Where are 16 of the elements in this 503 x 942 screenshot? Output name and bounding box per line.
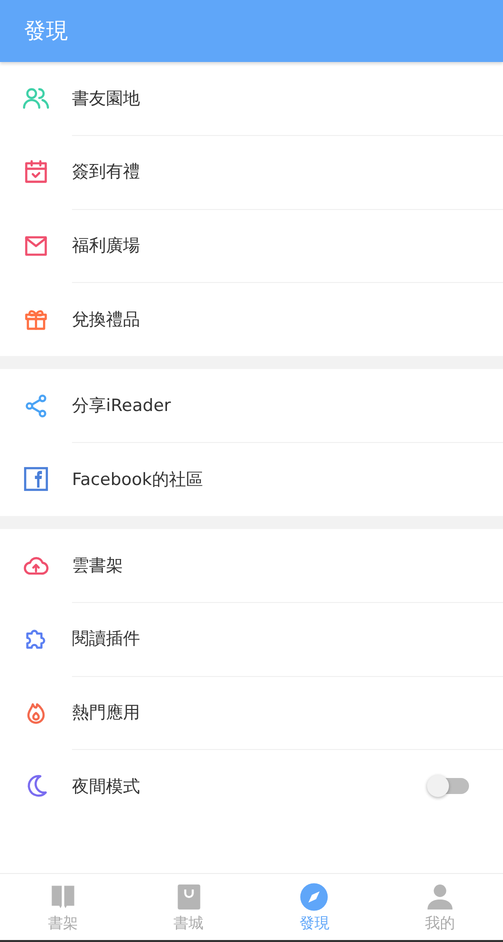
- menu-item[interactable]: 雲書架: [72, 554, 469, 577]
- menu-item[interactable]: 分享iReader: [72, 394, 469, 417]
- page-title: 發現: [24, 18, 68, 46]
- menu-item[interactable]: 閱讀插件: [72, 627, 469, 650]
- menu-item[interactable]: 夜間模式: [72, 774, 431, 798]
- facebook-icon: [23, 466, 49, 492]
- compass-icon: [299, 882, 330, 912]
- menu-item[interactable]: 熱門應用: [72, 700, 469, 724]
- share-icon: [23, 392, 49, 419]
- menu-item[interactable]: Facebook的社區: [72, 468, 469, 491]
- calendar-icon: [23, 159, 49, 186]
- menu-item[interactable]: 兌換禮品: [72, 308, 469, 331]
- person-icon: [425, 882, 456, 912]
- menu-item[interactable]: 簽到有禮: [72, 160, 469, 184]
- menu-item[interactable]: 福利廣場: [72, 234, 469, 257]
- menu-item[interactable]: 書友園地: [72, 86, 469, 110]
